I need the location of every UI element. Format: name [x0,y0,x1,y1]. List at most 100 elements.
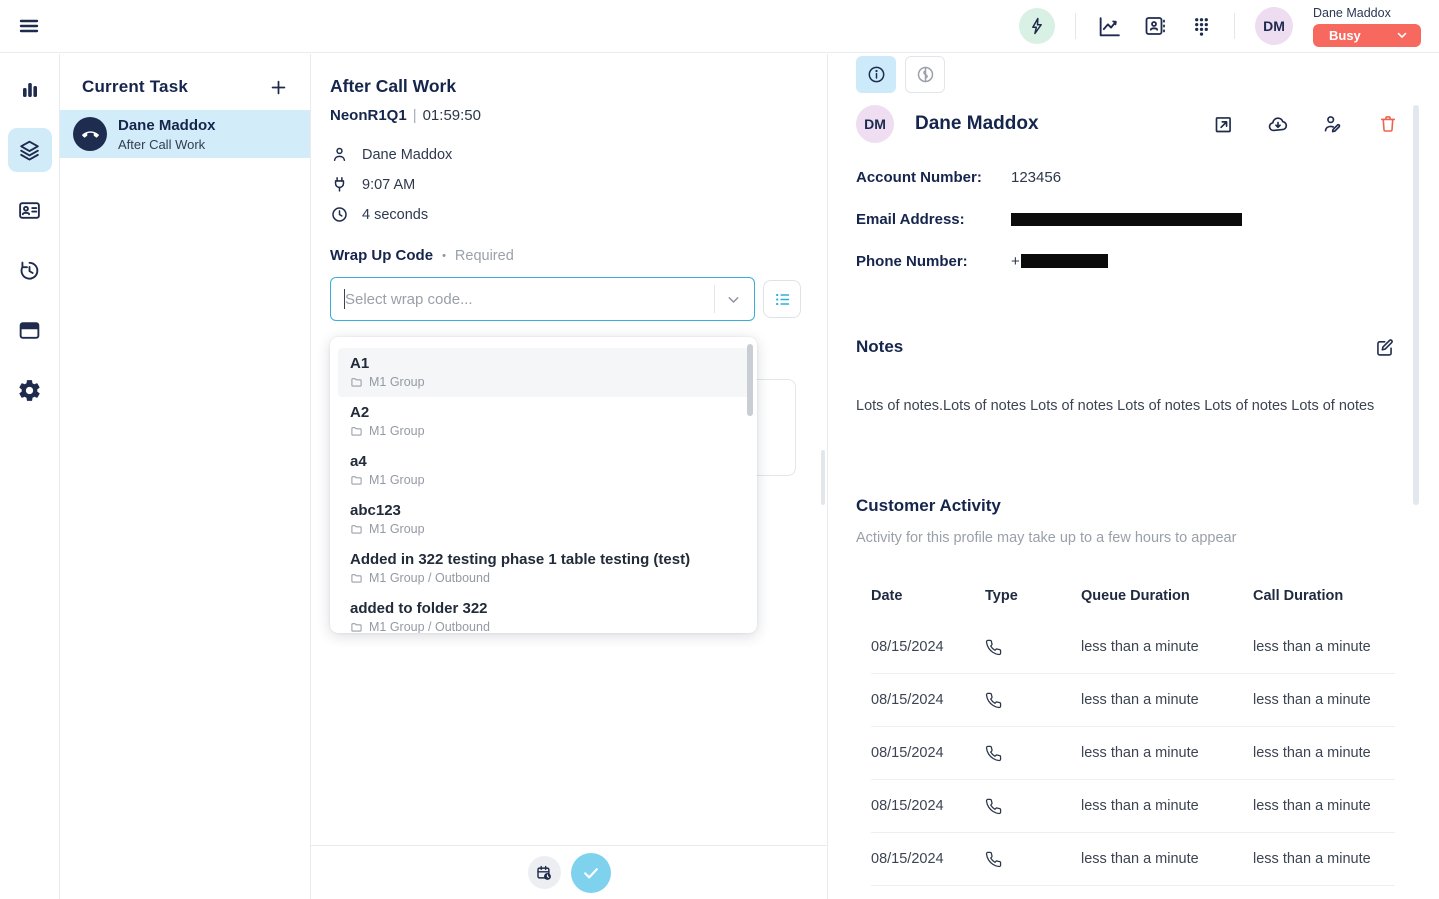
user-avatar[interactable]: DM [1255,7,1293,45]
wrap-code-option-list: A1 M1 Group A2 M1 Group [338,348,749,633]
notes-content: Lots of notes.Lots of notes Lots of note… [856,396,1439,416]
profile-scrollbar[interactable] [1413,105,1419,505]
edit-notes-button[interactable] [1373,336,1395,358]
task-contact-name: Dane Maddox [118,117,216,135]
open-profile-button[interactable] [1212,113,1234,135]
option-label: A2 [350,404,737,421]
topbar-divider [1234,13,1235,39]
trash-icon [1378,114,1398,134]
nav-rail [0,54,60,899]
folder-icon [350,572,363,585]
wrap-code-option[interactable]: A1 M1 Group [338,348,749,397]
dialpad-button[interactable] [1188,13,1214,39]
nav-settings[interactable] [8,368,52,412]
phone-call-icon [985,692,1002,709]
edit-profile-button[interactable] [1322,113,1344,135]
account-number-value: 123456 [1011,169,1061,186]
edit-note-icon [1374,337,1395,358]
call-duration: less than a minute [1253,639,1395,655]
contacts-button[interactable] [1142,13,1168,39]
complete-task-button[interactable] [571,853,611,893]
email-row: Email Address: [856,209,1439,229]
wrap-code-select[interactable] [330,277,755,321]
profile-fields: Account Number: 123456 Email Address: Ph… [856,167,1439,271]
phone-call-icon [985,745,1002,762]
activity-date: 08/15/2024 [871,798,985,814]
folder-icon [350,376,363,389]
nav-contacts[interactable] [8,188,52,232]
call-time-row: 9:07 AM [330,175,827,194]
wrap-code-input[interactable] [345,291,714,308]
acw-timer: 01:59:50 [423,107,481,124]
clock-icon [330,205,349,224]
activity-table-row[interactable]: 08/15/2024 less than a minute less than … [871,780,1395,833]
contact-row: Dane Maddox [330,145,827,164]
option-label: abc123 [350,502,737,519]
wrap-code-option[interactable]: A2 M1 Group [338,397,749,446]
phone-label: Phone Number: [856,253,1011,270]
plug-icon [330,175,349,194]
profile-tabs [856,56,1439,93]
duration-row: 4 seconds [330,205,827,224]
folder-icon [350,523,363,536]
call-duration: less than a minute [1253,851,1395,867]
browse-codes-button[interactable] [763,280,801,318]
call-duration: 4 seconds [362,207,428,223]
wrap-code-option[interactable]: added to folder 322 M1 Group / Outbound [338,593,749,633]
current-task-title: Current Task [82,77,188,97]
wrap-code-option[interactable]: Added in 322 testing phase 1 table testi… [338,544,749,593]
activity-table-row[interactable]: 08/15/2024 less than a minute less than … [871,674,1395,727]
col-queue-duration: Queue Duration [1081,588,1253,604]
quick-actions-button[interactable] [1019,8,1055,44]
select-divider [714,285,715,313]
wrap-code-dropdown: A1 M1 Group A2 M1 Group [330,337,757,633]
external-link-icon [1213,114,1234,135]
window-icon [17,318,42,343]
activity-table-row[interactable]: 08/15/2024 less than a minute less than … [871,833,1395,886]
activity-date: 08/15/2024 [871,851,985,867]
plus-icon [269,78,288,97]
wrap-code-option[interactable]: abc123 M1 Group [338,495,749,544]
activity-rows: 08/15/2024 less than a minute less than … [871,621,1395,886]
brain-icon [915,64,936,85]
download-profile-button[interactable] [1267,113,1289,135]
call-type-cell [985,745,1081,762]
folder-icon [350,621,363,634]
call-duration: less than a minute [1253,745,1395,761]
history-icon [17,258,42,283]
activity-table-row[interactable]: 08/15/2024 less than a minute less than … [871,727,1395,780]
email-label: Email Address: [856,211,1011,228]
nav-browser[interactable] [8,308,52,352]
dropdown-scrollbar[interactable] [747,344,753,416]
queue-duration: less than a minute [1081,798,1253,814]
campaign-name: NeonR1Q1 [330,107,407,124]
tab-info[interactable] [856,56,896,93]
nav-tasks[interactable] [8,128,52,172]
status-dropdown[interactable]: Busy [1313,24,1421,47]
hamburger-menu-icon[interactable] [14,11,44,41]
analytics-button[interactable] [1096,13,1122,39]
panel-scrollbar[interactable] [821,450,825,505]
calendar-clock-icon [535,864,553,882]
customer-activity-title: Customer Activity [856,496,1001,516]
nav-history[interactable] [8,248,52,292]
schedule-button[interactable] [528,856,561,889]
person-edit-icon [1322,113,1344,135]
task-list-item[interactable]: Dane Maddox After Call Work [60,110,310,158]
activity-date: 08/15/2024 [871,639,985,655]
phone-call-icon [985,639,1002,656]
tab-insights[interactable] [905,56,945,93]
phone-prefix: + [1011,253,1020,270]
delete-profile-button[interactable] [1377,113,1399,135]
wrap-code-option[interactable]: a4 M1 Group [338,446,749,495]
chevron-down-icon[interactable] [725,291,742,308]
option-group: M1 Group [369,522,425,536]
nav-dashboard[interactable] [8,68,52,112]
activity-table-row[interactable]: 08/15/2024 less than a minute less than … [871,621,1395,674]
task-state-label: After Call Work [118,137,216,152]
add-task-button[interactable] [269,78,288,97]
phone-call-icon [985,798,1002,815]
contact-name: Dane Maddox [362,147,452,163]
queue-duration: less than a minute [1081,851,1253,867]
folder-icon [350,425,363,438]
